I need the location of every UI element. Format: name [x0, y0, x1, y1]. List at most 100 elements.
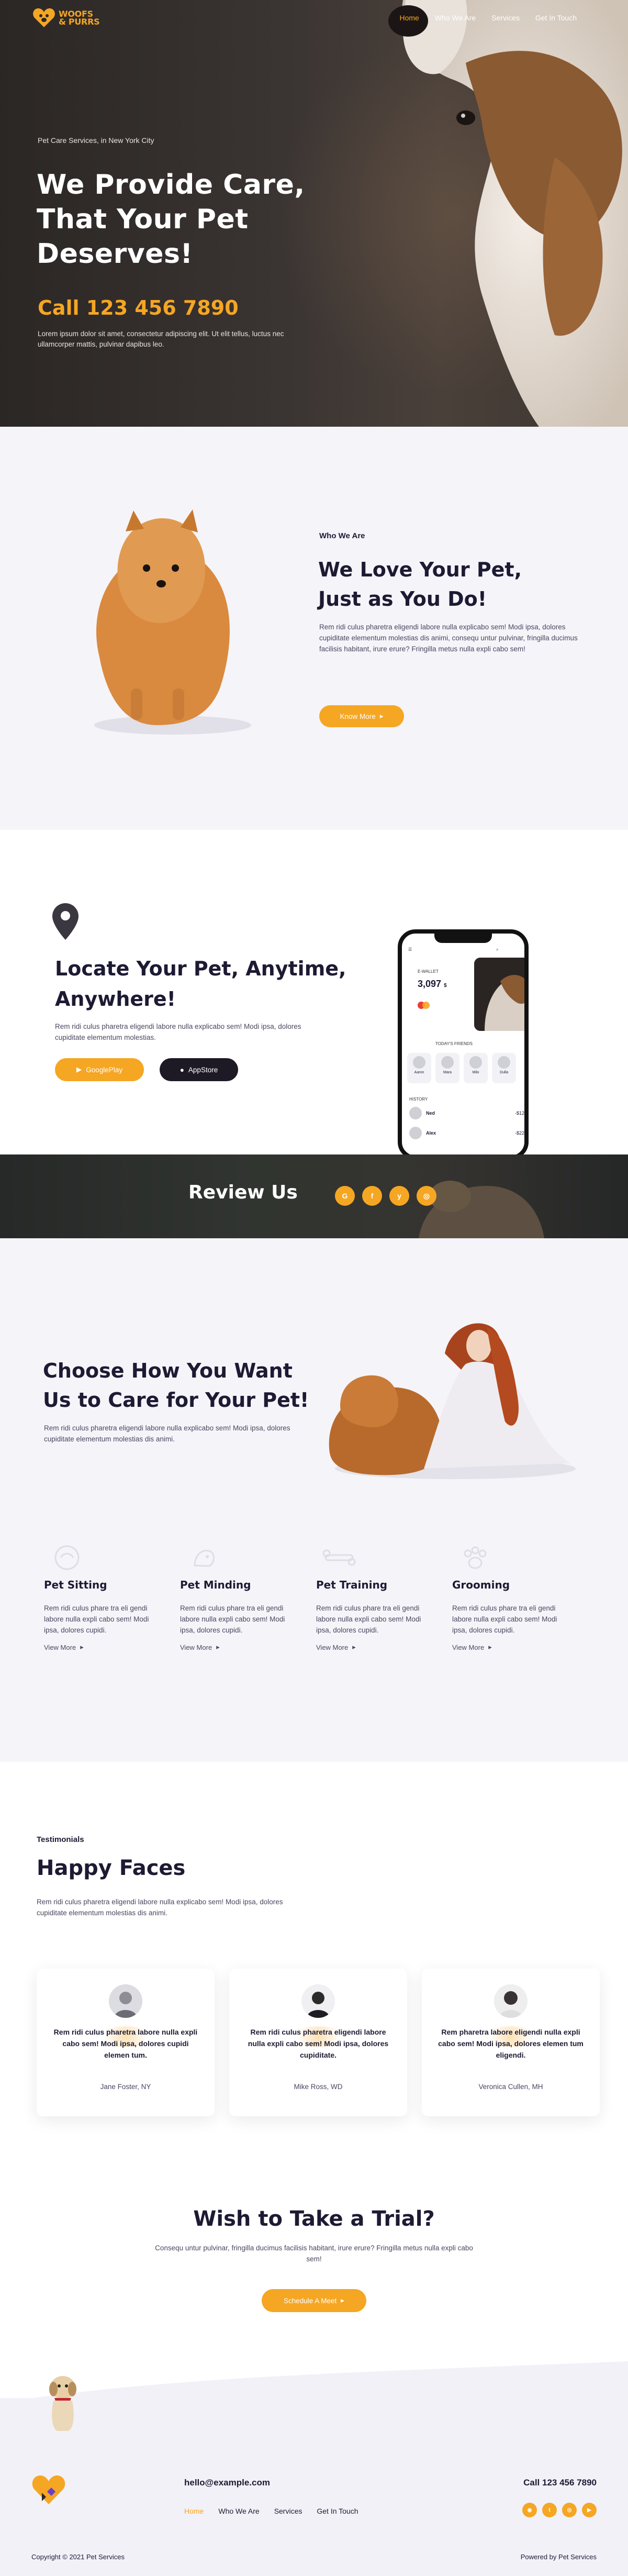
view-more-link[interactable]: View More ▸ [452, 1643, 588, 1651]
service-description: Rem ridi culus phare tra eli gendi labor… [180, 1604, 285, 1634]
testimonial-author: Veronica Cullen, MH [478, 2083, 543, 2091]
review-title: Review Us [188, 1182, 298, 1203]
phone-friend[interactable]: Dulla [492, 1053, 516, 1083]
trial-description: Consequ untur pulvinar, fringilla ducimu… [155, 2244, 473, 2263]
services-section: Choose How You Want Us to Care for Your … [0, 1238, 628, 1762]
schedule-meet-button[interactable]: Schedule A Meet ▸ [262, 2289, 366, 2312]
footer-social-icons: ◉ t ◎ ▶ [522, 2503, 597, 2517]
phone-mockup: ☰ ⌕ E-WALLET 3,097 $ TODAY'S FRIENDS Aar [398, 929, 529, 1160]
nav-links: Home Who We Are Services Get In Touch [399, 14, 577, 22]
phone-friend[interactable]: Aaron [407, 1053, 431, 1083]
nav-link-who-we-are[interactable]: Who We Are [435, 14, 476, 22]
nav-link-get-in-touch[interactable]: Get In Touch [535, 14, 577, 22]
service-description: Rem ridi culus phare tra eli gendi labor… [316, 1604, 421, 1634]
youtube-icon[interactable]: ▶ [582, 2503, 597, 2517]
card-icon [418, 1002, 430, 1009]
avatar [413, 1056, 425, 1069]
testimonial-card: Rem pharetra labore eligendi nulla expli… [422, 1969, 600, 2116]
googleplay-button[interactable]: ▶ GooglePlay [55, 1058, 144, 1081]
service-card-pet-training: Pet Training Rem ridi culus phare tra el… [316, 1549, 452, 1651]
trial-title: Wish to Take a Trial? [193, 2207, 435, 2231]
testimonial-quote: Rem ridi culus pharetra labore nulla exp… [53, 2028, 198, 2059]
history-name: Ned [426, 1111, 435, 1116]
apple-icon: ● [180, 1065, 184, 1074]
history-name: Alex [426, 1130, 436, 1136]
footer-link-home[interactable]: Home [184, 2507, 204, 2515]
who-we-are-section: Who We Are We Love Your Pet, Just as You… [0, 427, 628, 830]
testimonials-kicker: Testimonials [37, 1835, 84, 1844]
avatar [301, 1984, 335, 2018]
phone-pet-image [474, 958, 524, 1031]
phone-friends-label: TODAY'S FRIENDS [435, 1041, 473, 1046]
twitter-icon[interactable]: t [542, 2503, 557, 2517]
testimonial-author: Jane Foster, NY [100, 2083, 151, 2091]
footer-link-services[interactable]: Services [274, 2507, 302, 2515]
footer-link-who-we-are[interactable]: Who We Are [218, 2507, 259, 2515]
appstore-label: AppStore [188, 1065, 218, 1074]
phone-friend-name: Aaron [414, 1071, 424, 1074]
avatar [409, 1127, 422, 1139]
phone-friend[interactable]: Milo [464, 1053, 488, 1083]
footer-email[interactable]: hello@example.com [184, 2478, 270, 2488]
phone-menu-icon: ☰ [408, 947, 412, 952]
google-icon[interactable]: G [335, 1186, 355, 1206]
view-more-link[interactable]: View More ▸ [316, 1643, 452, 1651]
service-description: Rem ridi culus phare tra eli gendi labor… [452, 1604, 557, 1634]
hero-title: We Provide Care, That Your Pet Deserves! [37, 169, 305, 270]
avatar [494, 1984, 528, 2018]
pet-minding-icon [194, 1550, 215, 1567]
facebook-icon[interactable]: f [362, 1186, 382, 1206]
brand-name-line2: & PURRS [59, 17, 100, 27]
know-more-button[interactable]: Know More ▸ [319, 705, 404, 727]
googleplay-label: GooglePlay [86, 1065, 123, 1074]
footer-heart-logo-icon[interactable] [31, 2474, 66, 2505]
googleplay-icon: ▶ [76, 1065, 82, 1073]
location-pin-icon [52, 903, 78, 940]
testimonial-quote: Rem ridi culus pharetra eligendi labore … [248, 2028, 389, 2059]
testimonial-author: Mike Ross, WD [294, 2083, 343, 2091]
locate-title: Locate Your Pet, Anytime, Anywhere! [55, 957, 346, 1011]
service-card-pet-sitting: Pet Sitting Rem ridi culus phare tra eli… [44, 1545, 180, 1651]
testimonial-quote: Rem pharetra labore eligendi nulla expli… [438, 2028, 584, 2059]
testimonial-card: Rem ridi culus pharetra labore nulla exp… [37, 1969, 215, 2116]
service-title: Grooming [452, 1579, 510, 1591]
service-card-pet-minding: Pet Minding Rem ridi culus phare tra eli… [180, 1550, 316, 1651]
tripadvisor-icon[interactable]: ◎ [417, 1186, 436, 1206]
service-card-grooming: Grooming Rem ridi culus phare tra eli ge… [452, 1546, 588, 1651]
caret-right-icon: ▸ [488, 1643, 492, 1651]
testimonials-title: Happy Faces [37, 1856, 186, 1880]
phone-friend-name: Dulla [500, 1071, 508, 1074]
phone-friend-name: Mara [443, 1071, 452, 1074]
view-more-link[interactable]: View More ▸ [44, 1643, 180, 1651]
hero-kicker: Pet Care Services, in New York City [38, 136, 154, 145]
footer-phone[interactable]: Call 123 456 7890 [523, 2478, 597, 2488]
view-more-label: View More [180, 1643, 212, 1651]
locate-description: Rem ridi culus pharetra eligendi labore … [55, 1023, 301, 1041]
service-title: Pet Training [316, 1579, 388, 1591]
yelp-icon[interactable]: y [389, 1186, 409, 1206]
phone-friend[interactable]: Mara [435, 1053, 459, 1083]
phone-history-row: Alex -$22 [409, 1125, 524, 1141]
view-more-label: View More [316, 1643, 349, 1651]
footer-link-get-in-touch[interactable]: Get In Touch [317, 2507, 358, 2515]
services-grid: Pet Sitting Rem ridi culus phare tra eli… [44, 1545, 588, 1651]
phone-pet-card [474, 958, 524, 1031]
dribbble-icon[interactable]: ◎ [562, 2503, 577, 2517]
services-title: Choose How You Want Us to Care for Your … [43, 1359, 309, 1412]
hero-phone[interactable]: Call 123 456 7890 [38, 296, 239, 319]
brand-logo[interactable]: WOOFS & PURRS [32, 7, 100, 28]
nav-link-services[interactable]: Services [491, 14, 520, 22]
appstore-button[interactable]: ● AppStore [160, 1058, 238, 1081]
schedule-meet-label: Schedule A Meet [283, 2296, 337, 2305]
testimonials-section: Testimonials Happy Faces Rem ridi culus … [0, 1762, 628, 2160]
caret-right-icon: ▸ [80, 1643, 84, 1651]
caret-right-icon: ▸ [341, 2296, 345, 2304]
review-overlay [0, 1154, 628, 1238]
phone-notch [434, 934, 492, 943]
instagram-icon[interactable]: ◉ [522, 2503, 537, 2517]
view-more-link[interactable]: View More ▸ [180, 1643, 316, 1651]
footer: hello@example.com Call 123 456 7890 Home… [0, 2398, 628, 2576]
nav-link-home[interactable]: Home [399, 14, 419, 22]
service-title: Pet Sitting [44, 1579, 107, 1591]
avatar [469, 1056, 482, 1069]
